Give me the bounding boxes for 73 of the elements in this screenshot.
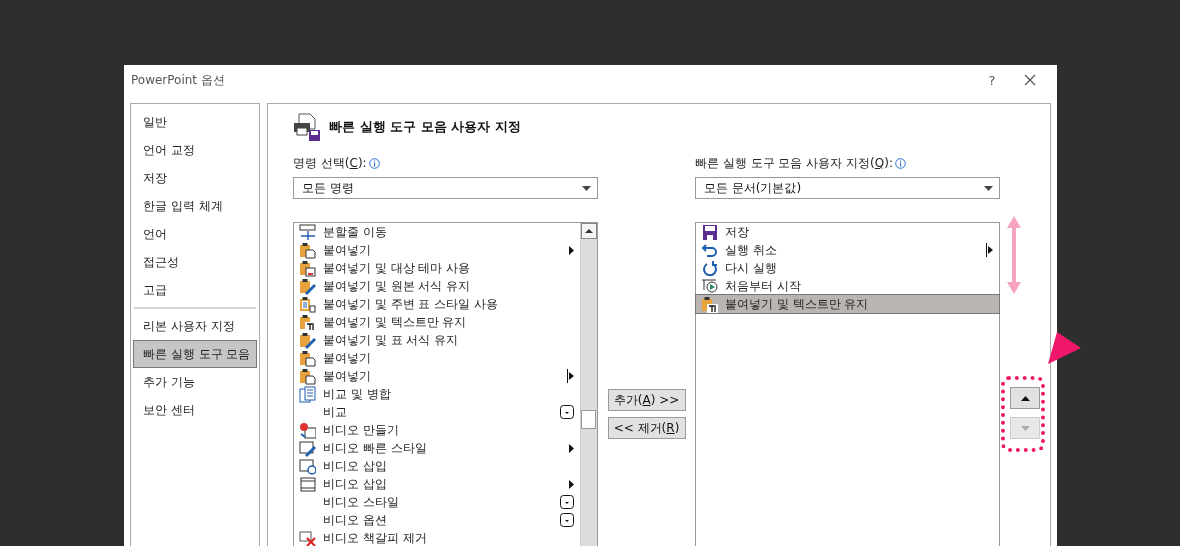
list-item[interactable]: 비교 및 병합 (294, 385, 580, 403)
close-icon (1024, 74, 1036, 86)
list-item[interactable]: 비교 (294, 403, 580, 421)
scroll-thumb[interactable] (581, 410, 596, 429)
list-item[interactable]: 비디오 빠른 스타일 (294, 439, 580, 457)
caret-icon (1020, 425, 1030, 431)
caret-icon (984, 185, 993, 191)
commands-label: 명령 선택(C): (293, 154, 367, 172)
sidebar-item[interactable]: 빠른 실행 도구 모음 (133, 340, 257, 368)
list-item[interactable]: 비디오 옵션 (294, 511, 580, 529)
clipboard-icon (298, 349, 316, 367)
info-icon (368, 157, 380, 169)
list-item[interactable]: 비디오 삽입 (294, 457, 580, 475)
clipboard-brush-icon (298, 331, 316, 349)
video-globe-icon (298, 457, 316, 475)
list-item[interactable]: 붙여넣기 및 원본 서식 유지 (294, 277, 580, 295)
info-icon (894, 157, 906, 169)
toolbar-dropdown[interactable]: 모든 문서(기본값) (695, 177, 1000, 199)
add-button[interactable]: 추가(A) >> (607, 389, 686, 411)
toolbar-label: 빠른 실행 도구 모음 사용자 지정(Q): (695, 154, 893, 172)
sidebar-item[interactable]: 한글 입력 체계 (133, 192, 257, 220)
undo-icon (700, 241, 718, 259)
sidebar-item[interactable]: 언어 (133, 220, 257, 248)
clipboard-icon (298, 367, 316, 385)
sidebar-item[interactable]: 리본 사용자 지정 (133, 312, 257, 340)
list-item[interactable]: 붙여넣기 및 주변 표 스타일 사용 (294, 295, 580, 313)
clipboard-icon (298, 295, 316, 313)
redo-icon (700, 259, 718, 277)
list-item[interactable]: 다시 실행 (696, 259, 999, 277)
caret-icon (582, 185, 591, 191)
list-item[interactable]: 실행 취소 (696, 241, 999, 259)
remove-button[interactable]: << 제거(R) (607, 417, 686, 439)
split-arrows-icon (298, 223, 316, 241)
list-item[interactable]: 붙여넣기 (294, 367, 580, 385)
clipboard-brush-icon (298, 277, 316, 295)
commands-dropdown[interactable]: 모든 명령 (293, 177, 598, 199)
list-item[interactable]: 붙여넣기 및 표 서식 유지 (294, 331, 580, 349)
list-item[interactable]: 비디오 삽입 (294, 475, 580, 493)
sidebar-item[interactable]: 일반 (133, 108, 257, 136)
scroll-up-icon (585, 229, 593, 233)
sidebar-item[interactable]: 추가 기능 (133, 368, 257, 396)
list-item[interactable]: 붙여넣기 및 대상 테마 사용 (294, 259, 580, 277)
list-item[interactable]: 비디오 스타일 (294, 493, 580, 511)
documents-icon (298, 385, 316, 403)
list-item[interactable]: 처음부터 시작 (696, 277, 999, 295)
sidebar-item[interactable]: 보안 센터 (133, 396, 257, 424)
up-triangle-icon (1020, 395, 1030, 401)
pointer-triangle (1048, 332, 1081, 364)
slideshow-icon (700, 277, 718, 295)
clipboard-text-icon (700, 295, 718, 313)
page-title: 빠른 실행 도구 모음 사용자 지정 (329, 118, 521, 136)
printer-disk-icon (293, 113, 321, 141)
list-item[interactable]: 분할줄 이동 (294, 223, 580, 241)
clipboard-text-icon (298, 313, 316, 331)
clipboard-icon (298, 259, 316, 277)
list-item[interactable]: 비디오 만들기 (294, 421, 580, 439)
sidebar-item[interactable]: 언어 교정 (133, 136, 257, 164)
video-icon (298, 421, 316, 439)
list-item[interactable]: 붙여넣기 (294, 241, 580, 259)
help-button[interactable]: ? (973, 66, 1011, 94)
sidebar-item[interactable]: 접근성 (133, 248, 257, 276)
sidebar-item[interactable]: 고급 (133, 276, 257, 304)
video-brush-icon (298, 439, 316, 457)
move-up-button[interactable] (1010, 387, 1040, 409)
scrollbar[interactable] (580, 223, 597, 546)
list-item[interactable]: 붙여넣기 및 텍스트만 유지 (696, 295, 999, 313)
list-item[interactable]: 붙여넣기 및 텍스트만 유지 (294, 313, 580, 331)
list-item[interactable]: 비디오 책갈피 제거 (294, 529, 580, 546)
sidebar-item[interactable]: 저장 (133, 164, 257, 192)
clipboard-icon (298, 241, 316, 259)
window-title: PowerPoint 옵션 (131, 71, 226, 89)
list-item[interactable]: 저장 (696, 223, 999, 241)
list-item[interactable]: 붙여넣기 (294, 349, 580, 367)
